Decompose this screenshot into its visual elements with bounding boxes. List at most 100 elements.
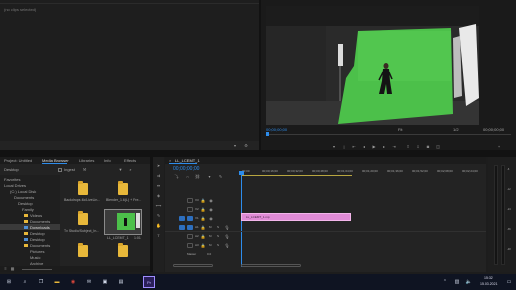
tree-item[interactable]: Desktop [30,237,45,242]
pen-tool-icon[interactable]: ✎ [155,212,162,219]
track-label[interactable]: V2 [195,207,199,212]
photos-icon[interactable]: ▤ [116,277,126,287]
work-area-bar[interactable] [242,175,352,176]
type-tool-icon[interactable]: T [155,232,162,239]
tab-info[interactable]: Info [104,158,111,163]
target-toggle[interactable] [187,216,193,221]
ripple-edit-icon[interactable]: ⇹ [155,182,162,189]
filter-icon[interactable]: ▼ [118,167,123,172]
lock-icon[interactable]: 🔒 [201,216,206,221]
solo-button[interactable]: S [217,234,219,239]
volume-icon[interactable]: 🔈 [464,277,474,287]
playhead-handle[interactable] [239,171,244,175]
premiere-icon[interactable]: Pr [143,276,155,288]
tree-item[interactable]: Pictures [30,249,44,254]
target-toggle[interactable] [187,225,193,230]
linked-selection-icon[interactable]: ⛓ [195,174,200,179]
folder-icon[interactable]: ▬ [52,277,62,287]
folder-icon[interactable] [78,211,88,225]
master-value[interactable]: 0.0 [207,252,211,257]
eye-icon[interactable]: ◉ [209,207,213,212]
solo-button[interactable]: S [217,243,219,248]
lock-icon[interactable]: 🔒 [201,234,206,239]
microphone-icon[interactable]: 🎙 [224,225,229,230]
eye-icon[interactable]: ◉ [209,216,213,221]
list-view-icon[interactable]: ≡ [3,266,8,271]
network-icon[interactable]: ▥ [452,277,462,287]
insert-sequence-icon[interactable]: ⤵ [174,174,179,179]
target-toggle[interactable] [187,234,193,239]
store-icon[interactable]: ▣ [100,277,110,287]
mail-icon[interactable]: ✉ [84,277,94,287]
target-toggle[interactable] [187,243,193,248]
search-icon[interactable]: ⌕ [20,277,30,287]
mute-button[interactable]: M [209,243,212,248]
path-select[interactable]: Desktop [4,167,19,172]
tree-item[interactable]: Documents [14,195,34,200]
tree-item[interactable]: Videos [30,213,42,218]
track-label[interactable]: V3 [195,198,199,203]
export-frame-icon[interactable]: ◙ [425,143,431,149]
program-quality-select[interactable]: 1/2 [453,127,459,132]
lock-icon[interactable]: 🔒 [201,198,206,203]
folder-icon[interactable] [78,181,88,195]
tree-item[interactable]: Downloads [30,225,50,230]
tree-item[interactable]: Favorites [4,177,20,182]
step-forward-icon[interactable]: ▸ [381,143,387,149]
track-label[interactable]: A1 [195,225,199,230]
tree-item[interactable]: Family [22,207,34,212]
tree-item[interactable]: (C:) Local Disk [10,189,36,194]
timeline-scrollbar[interactable] [173,264,213,267]
tab-libraries[interactable]: Libraries [79,158,94,163]
add-button-icon[interactable]: + [496,143,502,149]
extract-icon[interactable]: ⇩ [415,143,421,149]
eye-icon[interactable]: ◉ [209,198,213,203]
task-view-icon[interactable]: ❐ [36,277,46,287]
track-label[interactable]: A3 [195,243,199,248]
source-patch[interactable] [187,198,193,203]
chrome-icon[interactable]: ◉ [68,277,78,287]
clock-date[interactable]: 15.03.2021 [480,282,498,287]
tab-effects[interactable]: Effects [124,158,136,163]
tree-item[interactable]: Documents [30,243,50,248]
program-scrub-bar[interactable] [266,134,511,137]
clock-time[interactable]: 15:32 [484,276,493,281]
razor-tool-icon[interactable]: ◈ [155,192,162,199]
slip-tool-icon[interactable]: ⟷ [155,202,162,209]
start-icon[interactable]: ⊞ [4,277,14,287]
wrench-icon[interactable]: ⚒ [82,167,87,172]
tree-item[interactable]: Local Drives [4,183,26,188]
timeline-scrollbar-right[interactable] [241,264,301,267]
program-timecode-left[interactable]: 00;00;00;00 [266,127,287,132]
program-playhead[interactable] [266,132,269,136]
selection-tool-icon[interactable]: ➤ [155,162,162,169]
solo-button[interactable]: S [217,225,219,230]
go-to-in-icon[interactable]: ⇤ [351,143,357,149]
mark-out-icon[interactable]: | [341,143,347,149]
tab-project[interactable]: Project: Untitled [4,158,32,163]
source-patch[interactable] [187,207,193,212]
source-patch[interactable] [179,225,185,230]
wrench-icon[interactable]: ▾ [232,142,238,148]
track-select-icon[interactable]: ⇉ [155,172,162,179]
video-thumbnail[interactable] [104,209,142,235]
snap-icon[interactable]: ∩ [185,174,190,179]
lock-icon[interactable]: 🔒 [201,243,206,248]
ingest-checkbox[interactable] [58,168,62,172]
settings-icon[interactable]: ⚙ [243,142,249,148]
notification-icon[interactable]: ▭ [504,277,514,287]
timeline-timecode[interactable]: 00;00;00;00 [173,167,199,172]
step-back-icon[interactable]: ◂ [361,143,367,149]
mute-button[interactable]: M [209,225,212,230]
mark-in-icon[interactable]: ▾ [331,143,337,149]
tree-item[interactable]: Music [30,255,40,260]
icon-view-icon[interactable]: ▦ [10,266,15,271]
lock-icon[interactable]: 🔒 [201,225,206,230]
lock-icon[interactable]: 🔒 [201,207,206,212]
tree-item[interactable]: Desktop [30,231,45,236]
track-label[interactable]: A2 [195,234,199,239]
program-fit-select[interactable]: Fit [398,127,402,132]
tree-item[interactable]: Desktop [18,201,33,206]
go-to-out-icon[interactable]: ⇥ [391,143,397,149]
video-clip[interactable]: LL_LCEMT_1.mp [241,213,351,221]
